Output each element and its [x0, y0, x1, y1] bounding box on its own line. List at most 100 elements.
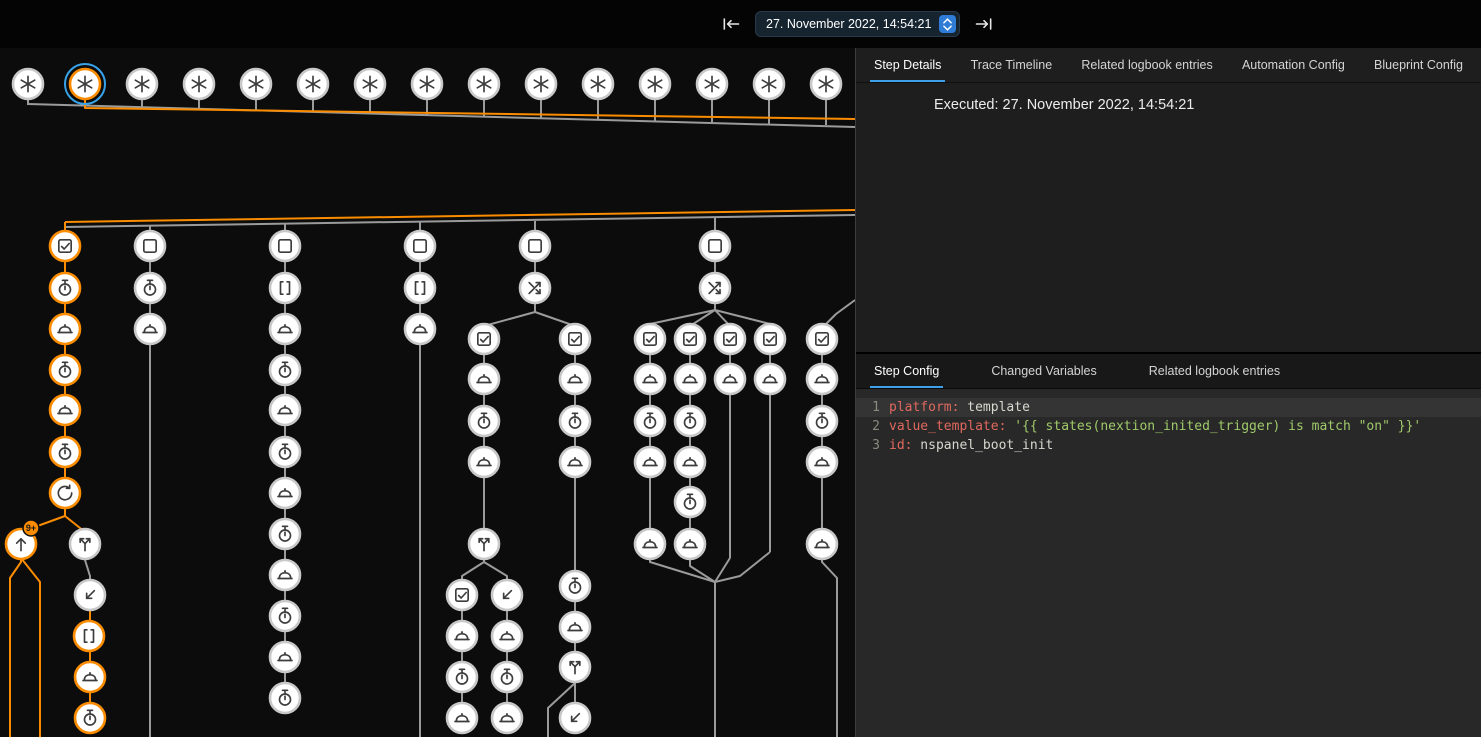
trace-node-brackets[interactable] [74, 621, 104, 651]
trace-node-bell[interactable] [807, 447, 837, 477]
trace-node-arrow-decision[interactable] [560, 652, 590, 682]
trace-node-brackets[interactable] [405, 273, 435, 303]
trace-node-choose[interactable] [520, 273, 550, 303]
trace-node-bell[interactable] [75, 662, 105, 692]
trace-node-asterisk[interactable] [754, 69, 784, 99]
trace-node-timer[interactable] [469, 406, 499, 436]
tab-blueprint-config[interactable]: Blueprint Config [1370, 48, 1467, 82]
trace-node-bell[interactable] [447, 621, 477, 651]
trace-node-square[interactable] [135, 231, 165, 261]
trace-node-timer[interactable] [270, 437, 300, 467]
trace-node-square[interactable] [270, 231, 300, 261]
trace-node-bell[interactable] [675, 529, 705, 559]
trace-node-asterisk[interactable] [241, 69, 271, 99]
trace-node-asterisk[interactable] [127, 69, 157, 99]
trace-node-bell[interactable] [715, 364, 745, 394]
trace-node-checkbox[interactable] [50, 231, 80, 261]
trace-node-bell[interactable] [807, 364, 837, 394]
trace-node-asterisk[interactable] [298, 69, 328, 99]
trace-node-bell[interactable] [270, 642, 300, 672]
trace-node-arrow-down-left[interactable] [492, 580, 522, 610]
trace-node-timer[interactable] [807, 406, 837, 436]
tab-related-logbook-entries[interactable]: Related logbook entries [1145, 354, 1284, 388]
trace-node-timer[interactable] [492, 662, 522, 692]
trace-node-arrow-down-left[interactable] [75, 580, 105, 610]
trace-node-timer[interactable] [135, 273, 165, 303]
trace-node-bell[interactable] [469, 447, 499, 477]
trace-node-bell[interactable] [469, 364, 499, 394]
trace-node-bell[interactable] [635, 529, 665, 559]
trace-node-checkbox[interactable] [635, 324, 665, 354]
trace-node-choose[interactable] [700, 273, 730, 303]
trace-node-asterisk[interactable] [583, 69, 613, 99]
trace-node-arrow-decision[interactable] [469, 529, 499, 559]
trace-node-timer[interactable] [270, 355, 300, 385]
trace-node-checkbox[interactable] [675, 324, 705, 354]
trace-node-asterisk[interactable] [65, 64, 105, 104]
trace-node-bell[interactable] [270, 560, 300, 590]
previous-run-button[interactable] [720, 13, 742, 35]
trace-node-asterisk[interactable] [184, 69, 214, 99]
trace-node-asterisk[interactable] [811, 69, 841, 99]
tab-step-details[interactable]: Step Details [870, 48, 945, 82]
trace-node-bell[interactable] [675, 447, 705, 477]
tab-step-config[interactable]: Step Config [870, 354, 943, 388]
trace-node-bell[interactable] [807, 529, 837, 559]
trace-node-bell[interactable] [492, 621, 522, 651]
trace-node-bell[interactable] [135, 314, 165, 344]
trace-node-checkbox[interactable] [560, 324, 590, 354]
trace-node-bell[interactable] [447, 703, 477, 733]
trace-node-checkbox[interactable] [755, 324, 785, 354]
trace-node-timer[interactable] [270, 601, 300, 631]
trace-node-timer[interactable] [50, 273, 80, 303]
trace-node-bell[interactable] [560, 612, 590, 642]
trace-node-brackets[interactable] [270, 273, 300, 303]
trace-node-bell[interactable] [635, 447, 665, 477]
trace-node-asterisk[interactable] [697, 69, 727, 99]
trace-node-timer[interactable] [447, 662, 477, 692]
trace-node-bell[interactable] [560, 447, 590, 477]
trace-node-bell[interactable] [270, 395, 300, 425]
trace-node-bell[interactable] [50, 314, 80, 344]
trace-node-bell[interactable] [675, 364, 705, 394]
tab-automation-config[interactable]: Automation Config [1238, 48, 1349, 82]
trace-node-bell[interactable] [755, 364, 785, 394]
trace-node-bell[interactable] [405, 314, 435, 344]
trace-node-checkbox[interactable] [807, 324, 837, 354]
trace-node-timer[interactable] [270, 683, 300, 713]
tab-changed-variables[interactable]: Changed Variables [987, 354, 1100, 388]
trace-node-timer[interactable] [560, 571, 590, 601]
trace-node-asterisk[interactable] [355, 69, 385, 99]
trace-node-timer[interactable] [560, 406, 590, 436]
trace-node-repeat[interactable] [50, 478, 80, 508]
next-run-button[interactable] [973, 13, 995, 35]
trace-node-arrow-down-left[interactable] [560, 703, 590, 733]
trace-node-timer[interactable] [675, 406, 705, 436]
trace-node-timer[interactable] [75, 703, 105, 733]
trace-node-arrow-decision[interactable] [70, 529, 100, 559]
trace-node-asterisk[interactable] [469, 69, 499, 99]
trace-node-checkbox[interactable] [469, 324, 499, 354]
tab-related-logbook-entries[interactable]: Related logbook entries [1077, 48, 1216, 82]
trace-node-bell[interactable] [50, 395, 80, 425]
trace-node-bell[interactable] [560, 364, 590, 394]
trace-node-bell[interactable] [635, 364, 665, 394]
trace-node-asterisk[interactable] [526, 69, 556, 99]
trace-node-bell[interactable] [270, 478, 300, 508]
trace-node-square[interactable] [405, 231, 435, 261]
trace-node-timer[interactable] [675, 487, 705, 517]
trace-node-asterisk[interactable] [13, 69, 43, 99]
trace-node-checkbox[interactable] [447, 580, 477, 610]
trace-node-timer[interactable] [635, 406, 665, 436]
trace-node-timer[interactable] [50, 355, 80, 385]
trace-run-select[interactable]: 27. November 2022, 14:54:21 [755, 11, 960, 37]
trace-node-timer[interactable] [50, 437, 80, 467]
trace-node-bell[interactable] [492, 703, 522, 733]
trace-node-asterisk[interactable] [412, 69, 442, 99]
trace-node-square[interactable] [520, 231, 550, 261]
trace-node-checkbox[interactable] [715, 324, 745, 354]
tab-trace-timeline[interactable]: Trace Timeline [967, 48, 1057, 82]
trace-node-asterisk[interactable] [640, 69, 670, 99]
trace-node-square[interactable] [700, 231, 730, 261]
trace-node-timer[interactable] [270, 519, 300, 549]
